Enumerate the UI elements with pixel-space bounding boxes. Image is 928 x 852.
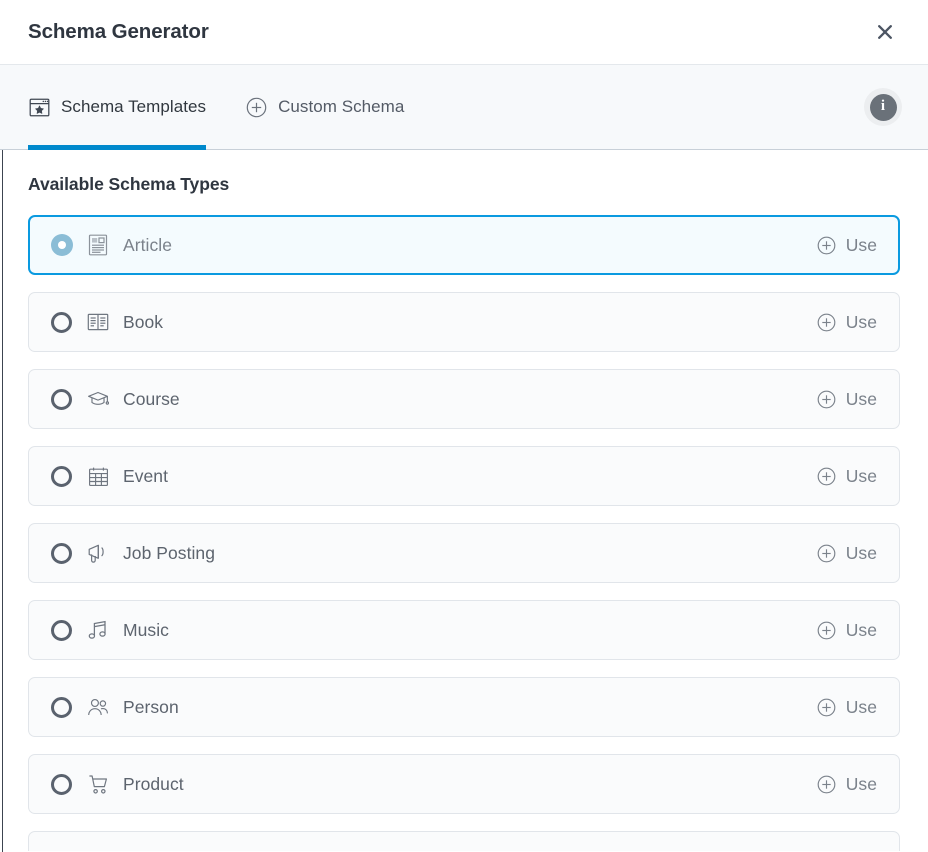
- schema-type-label: Product: [123, 773, 184, 794]
- close-button[interactable]: [868, 15, 902, 49]
- schema-type-label: Event: [123, 465, 168, 486]
- schema-row-course[interactable]: Course Use: [28, 369, 900, 429]
- radio-button[interactable]: [51, 311, 72, 333]
- graduation-cap-icon: [87, 388, 109, 410]
- use-button[interactable]: Use: [814, 539, 879, 568]
- plus-circle-icon: [816, 697, 837, 718]
- music-note-icon: [87, 619, 109, 641]
- plus-circle-icon: [816, 312, 837, 333]
- radio-button[interactable]: [51, 234, 73, 256]
- schema-row-music[interactable]: Music Use: [28, 600, 900, 660]
- use-button[interactable]: Use: [814, 308, 879, 337]
- info-icon: i: [869, 93, 897, 121]
- use-label: Use: [845, 542, 877, 563]
- use-button[interactable]: Use: [814, 385, 879, 414]
- schema-generator-modal: Schema Generator Schema Templates Custom…: [0, 0, 928, 852]
- use-label: Use: [845, 388, 877, 409]
- use-label: Use: [845, 619, 877, 640]
- use-label: Use: [845, 465, 877, 486]
- book-icon: [87, 311, 109, 333]
- people-icon: [87, 696, 109, 718]
- use-button[interactable]: Use: [814, 462, 879, 491]
- radio-button[interactable]: [51, 542, 72, 564]
- radio-button[interactable]: [51, 696, 72, 718]
- tab-custom-schema[interactable]: Custom Schema: [245, 65, 423, 150]
- tab-strip: Schema Templates Custom Schema i: [0, 65, 928, 150]
- schema-type-label: Person: [123, 696, 179, 717]
- article-icon: [87, 234, 109, 256]
- page-title: Schema Generator: [28, 19, 209, 43]
- schema-row-person[interactable]: Person Use: [28, 677, 900, 737]
- plus-circle-icon: [816, 620, 837, 641]
- tab-label: Schema Templates: [61, 97, 207, 116]
- modal-body: Available Schema Types Article Use Book …: [0, 150, 928, 851]
- schema-types-list: Article Use Book Use Course Use Event Us…: [28, 215, 900, 851]
- use-button[interactable]: Use: [814, 616, 879, 645]
- calendar-icon: [87, 465, 109, 487]
- tab-label: Custom Schema: [278, 97, 405, 116]
- schema-type-label: Job Posting: [123, 542, 215, 563]
- use-label: Use: [845, 696, 877, 717]
- plus-circle-icon: [816, 774, 837, 795]
- info-button[interactable]: i: [864, 88, 902, 126]
- use-label: Use: [845, 311, 877, 332]
- schema-row-book[interactable]: Book Use: [28, 292, 900, 352]
- tab-schema-templates[interactable]: Schema Templates: [28, 65, 225, 150]
- radio-button[interactable]: [51, 619, 72, 641]
- megaphone-icon: [87, 542, 109, 564]
- schema-row-product[interactable]: Product Use: [28, 754, 900, 814]
- use-button[interactable]: Use: [814, 693, 879, 722]
- schema-type-label: Course: [123, 388, 180, 409]
- radio-button[interactable]: [51, 773, 72, 795]
- radio-button[interactable]: [51, 465, 72, 487]
- plus-circle-icon: [816, 466, 837, 487]
- use-label: Use: [845, 773, 877, 794]
- section-title: Available Schema Types: [28, 174, 230, 194]
- radio-dot: [58, 241, 66, 249]
- browser-star-icon: [28, 96, 50, 118]
- schema-type-label: Article: [123, 234, 172, 255]
- schema-row-article[interactable]: Article Use: [28, 215, 900, 275]
- radio-button[interactable]: [51, 388, 72, 410]
- schema-row-next-partial[interactable]: [28, 831, 900, 851]
- schema-row-job-posting[interactable]: Job Posting Use: [28, 523, 900, 583]
- plus-circle-icon: [816, 389, 837, 410]
- plus-circle-icon: [816, 543, 837, 564]
- close-icon: [875, 22, 895, 42]
- use-button[interactable]: Use: [814, 770, 879, 799]
- schema-type-label: Music: [123, 619, 169, 640]
- plus-circle-icon: [816, 235, 837, 256]
- use-button[interactable]: Use: [814, 231, 879, 260]
- schema-row-event[interactable]: Event Use: [28, 446, 900, 506]
- shopping-cart-icon: [87, 773, 109, 795]
- modal-header: Schema Generator: [0, 0, 928, 65]
- schema-type-label: Book: [123, 311, 164, 332]
- plus-circle-icon: [245, 96, 267, 118]
- use-label: Use: [845, 234, 877, 255]
